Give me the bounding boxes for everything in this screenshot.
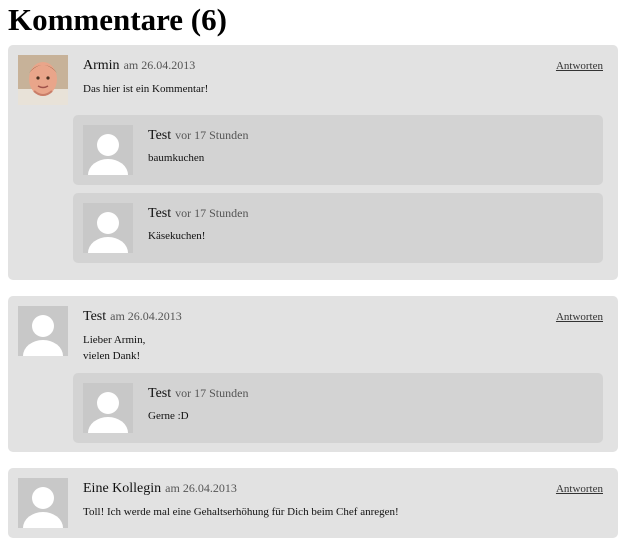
- reply-comment: Test vor 17 Stunden baumkuchen: [73, 115, 603, 185]
- reply-text: Käsekuchen!: [148, 230, 206, 242]
- comment-text: Toll! Ich werde mal eine Gehaltserhöhung…: [83, 506, 399, 518]
- reply-comment: Test vor 17 Stunden Käsekuchen!: [73, 193, 603, 263]
- comment-meta: Armin am 26.04.2013: [83, 57, 195, 74]
- comment-meta: Test am 26.04.2013: [83, 308, 182, 325]
- comment: Test am 26.04.2013 Antworten Lieber Armi…: [8, 296, 618, 452]
- reply-author: Test: [148, 128, 172, 143]
- reply-date: vor 17 Stunden: [175, 206, 249, 220]
- comment-author: Test: [83, 309, 107, 324]
- default-avatar-icon: [18, 306, 68, 356]
- comment-text: Das hier ist ein Kommentar!: [83, 83, 209, 95]
- reply-meta: Test vor 17 Stunden: [148, 127, 248, 144]
- reply-text: baumkuchen: [148, 152, 205, 164]
- comment-date: am 26.04.2013: [123, 58, 196, 72]
- default-avatar-icon: [83, 125, 133, 175]
- reply-comment: Test vor 17 Stunden Gerne :D: [73, 373, 603, 443]
- comment-meta: Eine Kollegin am 26.04.2013: [83, 480, 237, 497]
- default-avatar-icon: [83, 383, 133, 433]
- reply-author: Test: [148, 206, 172, 221]
- page-title: Kommentare (6): [8, 2, 227, 37]
- comment-author: Armin: [83, 58, 120, 73]
- comment-date: am 26.04.2013: [110, 309, 182, 323]
- comment: Eine Kollegin am 26.04.2013 Antworten To…: [8, 468, 618, 538]
- reply-date: vor 17 Stunden: [175, 386, 249, 400]
- comment-date: am 26.04.2013: [165, 481, 237, 495]
- photo-avatar-icon: [18, 55, 68, 105]
- reply-meta: Test vor 17 Stunden: [148, 205, 248, 222]
- reply-text: Gerne :D: [148, 410, 189, 422]
- reply-link[interactable]: Antworten: [556, 59, 603, 73]
- default-avatar-icon: [18, 478, 68, 528]
- reply-date: vor 17 Stunden: [175, 128, 249, 142]
- default-avatar-icon: [83, 203, 133, 253]
- reply-meta: Test vor 17 Stunden: [148, 385, 248, 402]
- comment: Armin am 26.04.2013 Antworten Das hier i…: [8, 45, 618, 280]
- reply-author: Test: [148, 386, 172, 401]
- reply-link[interactable]: Antworten: [556, 482, 603, 496]
- comment-text: Lieber Armin, vielen Dank!: [83, 334, 146, 362]
- comment-author: Eine Kollegin: [83, 481, 162, 496]
- reply-link[interactable]: Antworten: [556, 310, 603, 324]
